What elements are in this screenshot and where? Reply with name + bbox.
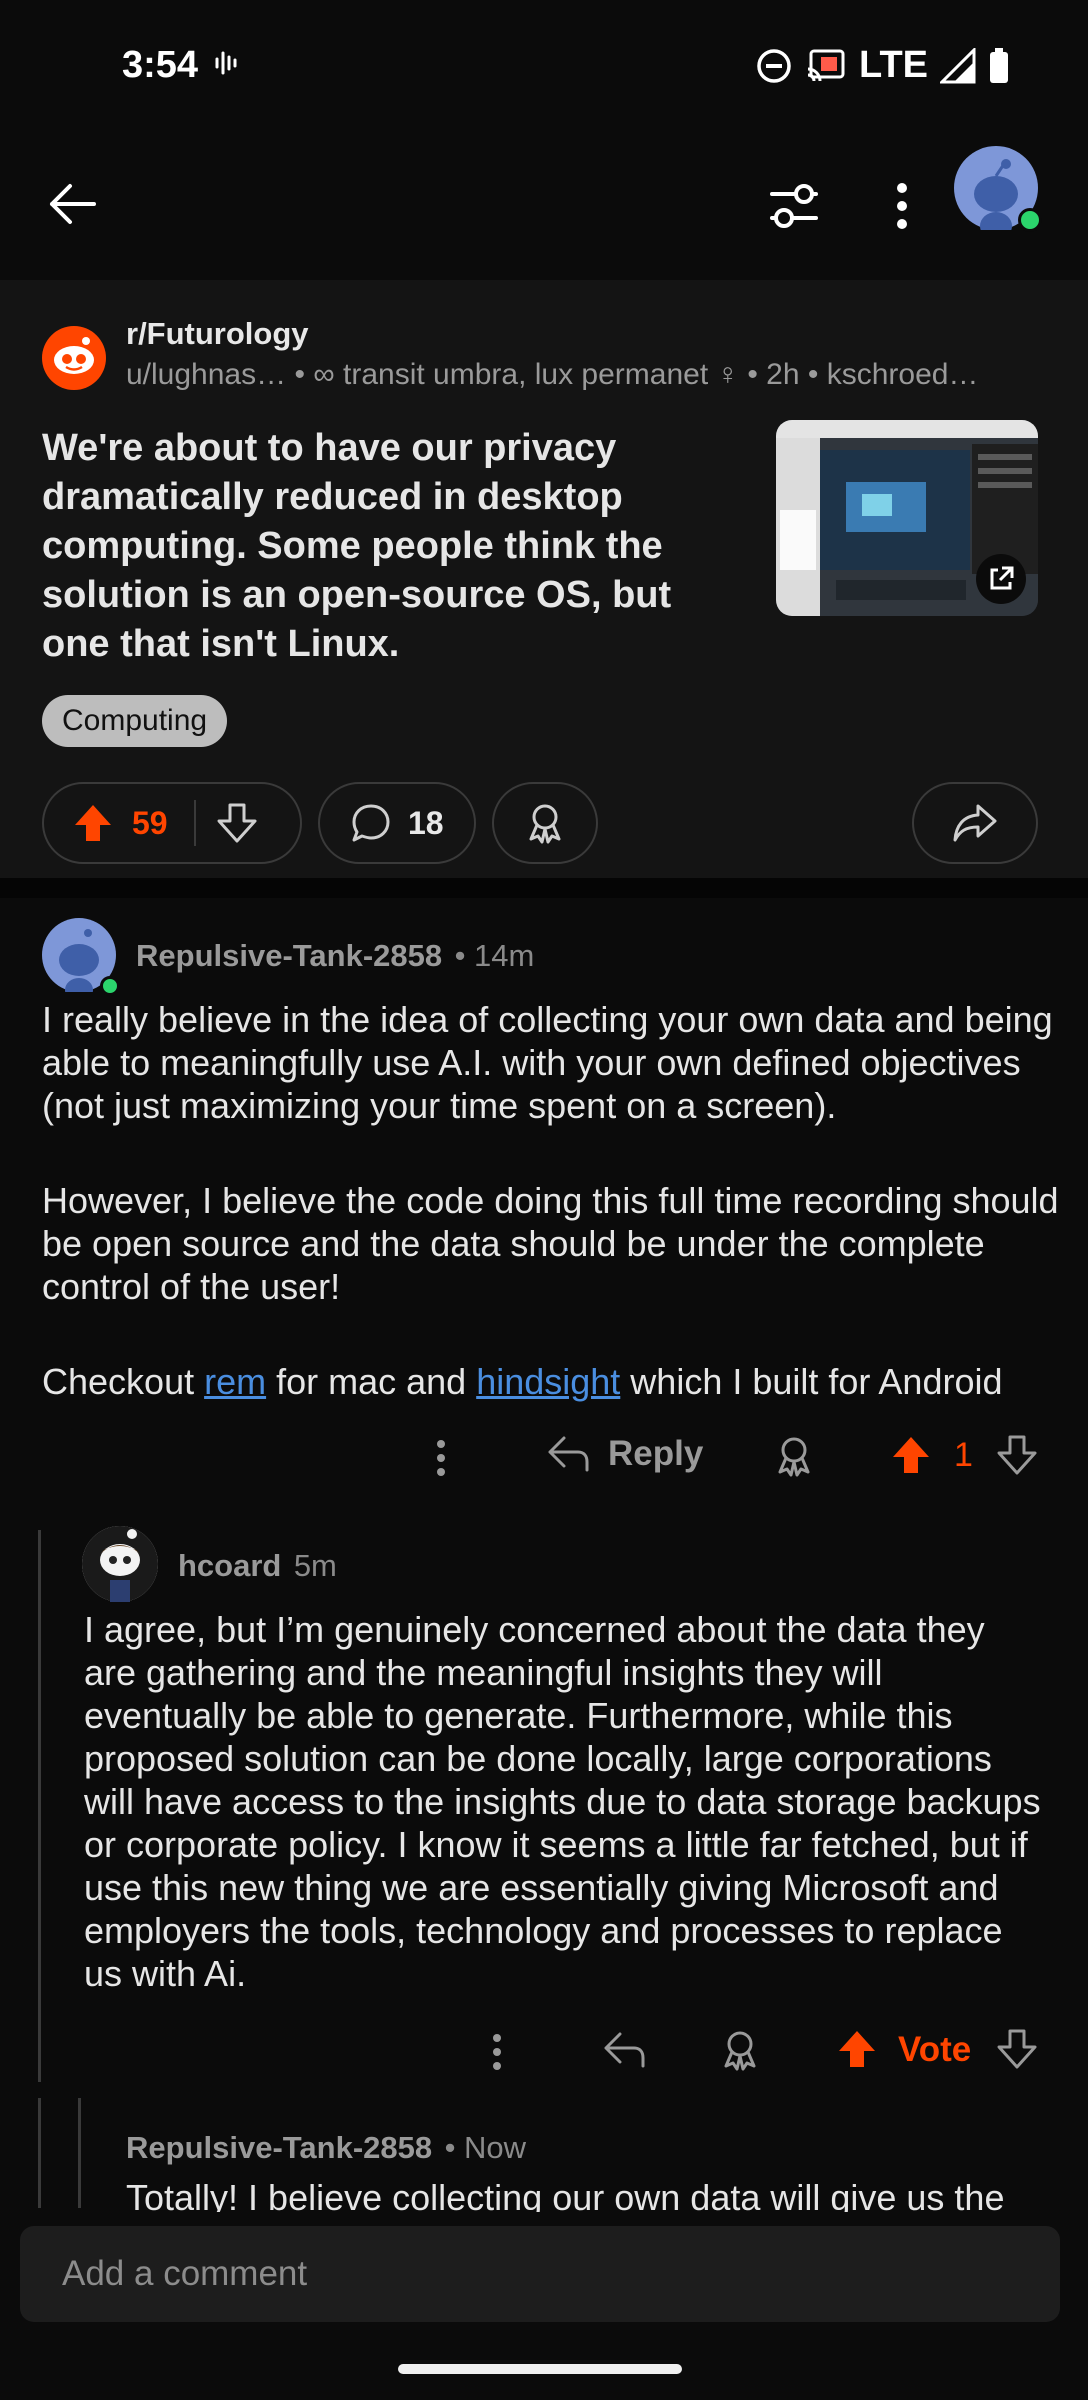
subreddit-snoo-icon (54, 337, 94, 374)
snoo-avatar-icon (82, 1526, 158, 1602)
reply-label: Reply (608, 1434, 704, 1473)
award-icon[interactable] (718, 2028, 762, 2072)
rem-link[interactable]: rem (204, 1361, 266, 1402)
upvote-filled-icon[interactable] (890, 1434, 932, 1476)
comment-text: Checkout (42, 1361, 205, 1402)
comment-paragraph: Checkout rem for mac and hindsight which… (42, 1360, 1062, 1403)
filter-sort-icon[interactable] (768, 180, 820, 232)
comment-score: 1 (954, 1436, 973, 1474)
reply-button[interactable]: Reply (546, 1434, 703, 1474)
comment-time: • Now (444, 2130, 527, 2165)
status-bar: 3:54 LTE (0, 0, 1088, 130)
comment-text: for mac and (266, 1361, 477, 1402)
open-link-button[interactable] (976, 554, 1026, 604)
downvote-icon[interactable] (996, 2028, 1038, 2070)
online-indicator (100, 976, 120, 996)
comment-time: • 14m (454, 938, 535, 973)
comment-more-icon[interactable] (426, 1438, 456, 1478)
reply-arrow-icon[interactable] (602, 2030, 646, 2070)
award-icon[interactable] (772, 1434, 816, 1478)
subreddit-avatar[interactable] (42, 326, 106, 390)
post-title[interactable]: We're about to have our privacy dramatic… (42, 424, 722, 669)
comment-paragraph: I really believe in the idea of collecti… (42, 999, 1053, 1126)
comment-header: hcoard 5m (178, 1548, 337, 1584)
comments-button[interactable]: 18 (318, 782, 476, 864)
network-label: LTE (859, 44, 928, 86)
comment-header: Repulsive-Tank-2858 • 14m (136, 938, 534, 974)
home-indicator[interactable] (398, 2364, 682, 2374)
comment-body: I really believe in the idea of collecti… (42, 998, 1062, 1455)
cast-icon (807, 49, 845, 81)
reply-arrow-icon (548, 1436, 589, 1472)
status-time: 3:54 (122, 44, 199, 86)
status-right: LTE (755, 44, 1010, 87)
post-flair[interactable]: Computing (42, 695, 228, 747)
thread-line (38, 2098, 41, 2208)
online-indicator (1018, 208, 1042, 232)
comment-header: Repulsive-Tank-2858 • Now (126, 2130, 526, 2166)
comment-more-icon[interactable] (482, 2032, 512, 2072)
comment-time: 5m (293, 1548, 337, 1583)
back-arrow-icon[interactable] (46, 178, 98, 230)
battery-icon (990, 47, 1008, 83)
share-arrow-icon (953, 804, 997, 842)
dnd-icon (757, 48, 791, 83)
award-icon (529, 804, 561, 844)
comment-username[interactable]: Repulsive-Tank-2858 (126, 2130, 432, 2165)
vote-label: Vote (898, 2030, 972, 2069)
user-avatar[interactable] (954, 146, 1042, 240)
add-comment-input[interactable]: Add a comment (20, 2226, 1060, 2322)
section-divider (0, 878, 1088, 898)
top-app-bar (0, 130, 1088, 280)
comment-text: which I built for Android (620, 1361, 1003, 1402)
downvote-icon[interactable] (216, 802, 258, 844)
thread-line (38, 1530, 41, 2082)
upvote-count: 59 (132, 804, 168, 841)
comment-body: Totally! I believe collecting our own da… (126, 2177, 1005, 2212)
comment-body: I agree, but I’m genuinely concerned abo… (84, 1609, 1041, 1994)
vote-divider (193, 800, 196, 846)
subreddit-name[interactable]: r/Futurology (126, 316, 309, 352)
award-button[interactable] (492, 782, 598, 864)
post-thumbnail[interactable] (776, 420, 1038, 616)
hindsight-link[interactable]: hindsight (476, 1361, 620, 1402)
post-meta[interactable]: u/lughnas… • ∞ transit umbra, lux perman… (126, 358, 1026, 392)
vote-pill: 59 (42, 782, 302, 864)
more-options-icon[interactable] (882, 182, 922, 230)
comment-username[interactable]: Repulsive-Tank-2858 (136, 938, 442, 973)
upvote-filled-icon[interactable] (836, 2028, 878, 2070)
upvote-filled-icon[interactable] (72, 802, 114, 844)
thread-line (78, 2098, 81, 2208)
signal-icon (940, 47, 976, 83)
audio-wave-icon (215, 51, 237, 75)
external-link-icon (990, 566, 1014, 590)
comment-avatar[interactable] (82, 1526, 158, 1602)
comment-username[interactable]: hcoard (178, 1548, 281, 1583)
share-button[interactable] (912, 782, 1038, 864)
comment-bubble-icon (352, 804, 390, 842)
comment-count: 18 (408, 804, 444, 841)
comment-avatar[interactable] (42, 918, 120, 1002)
downvote-icon[interactable] (996, 1434, 1038, 1476)
add-comment-placeholder: Add a comment (62, 2254, 308, 2293)
comment-paragraph: However, I believe the code doing this f… (42, 1180, 1059, 1307)
